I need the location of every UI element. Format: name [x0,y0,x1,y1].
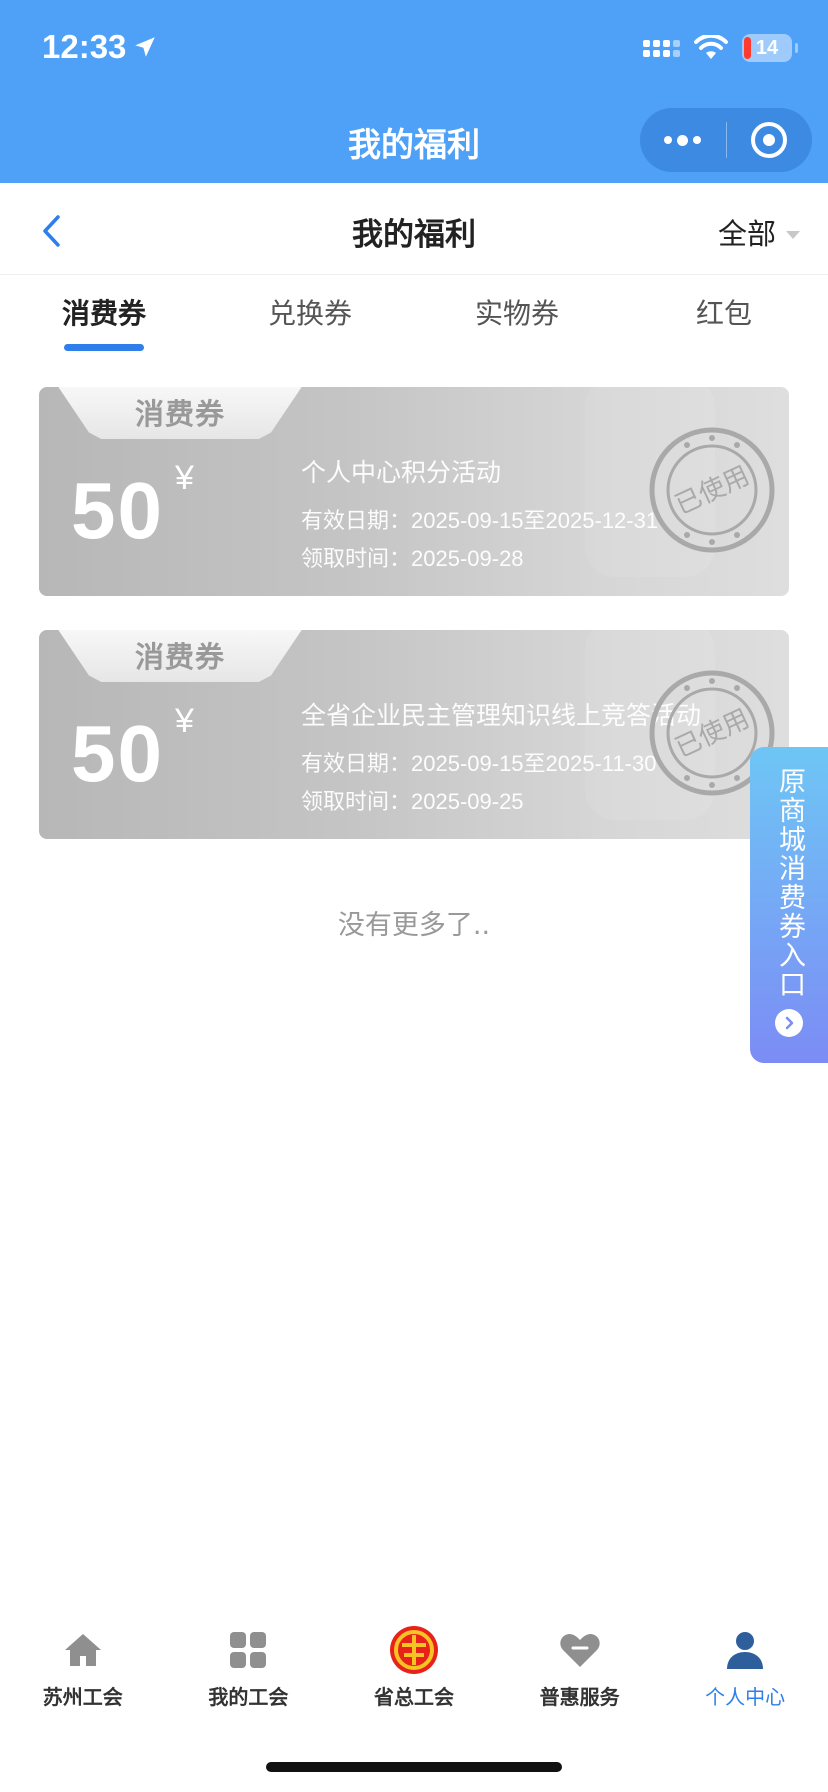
coupon-info: 全省企业民主管理知识线上竞答活动 有效日期：2025-09-15至2025-11… [301,696,701,816]
used-stamp-icon: 已使用 [649,427,775,553]
battery-icon: 14 [742,34,798,62]
filter-label: 全部 [717,217,776,251]
wifi-icon [694,35,728,59]
chevron-right-icon [775,1009,803,1037]
currency-symbol: ¥ [175,459,194,497]
tab-physical-coupon[interactable]: 实物券 [437,292,597,332]
legacy-mall-coupon-entry[interactable]: 原商城消费券入口 [750,747,828,1063]
tabbar-item-benefit-services[interactable]: 普惠服务 [497,1625,663,1725]
home-icon [58,1625,108,1675]
tab-consumption-coupon[interactable]: 消费券 [24,292,184,332]
filter-dropdown[interactable]: 全部 [718,211,800,253]
coupon-name: 全省企业民主管理知识线上竞答活动 [301,701,702,730]
signal-icon [643,39,680,57]
person-icon [720,1625,770,1675]
status-icons: 14 [643,34,798,62]
list-end-text: 没有更多了.. [337,910,491,941]
union-emblem-icon [389,1625,439,1675]
home-indicator[interactable] [266,1762,562,1772]
miniprogram-capsule [640,108,812,172]
svg-text:已使用: 已使用 [671,704,754,764]
bottom-tab-bar: 苏州工会 我的工会 省总工会 普惠服务 个人中心 [0,1625,828,1725]
tabbar-label: 省总工会 [373,1685,454,1709]
coupon-amount: 50 [71,709,164,798]
coupon-type-tag: 消费券 [57,630,303,682]
page-header: 我的福利 全部 [0,183,828,275]
coupon-received-time: 领取时间：2025-09-28 [301,546,524,571]
grid-icon [223,1625,273,1675]
tabbar-item-my-union[interactable]: 我的工会 [166,1625,332,1725]
coupon-type-tag: 消费券 [57,387,303,439]
status-time: 12:33 [42,28,158,66]
coupon-validity: 有效日期：2025-09-15至2025-12-31 [301,508,659,533]
active-tab-indicator [64,344,144,351]
coupon-validity: 有效日期：2025-09-15至2025-11-30 [301,751,657,776]
status-time-text: 12:33 [42,28,127,65]
coupon-received-time: 领取时间：2025-09-25 [301,789,524,814]
svg-text:已使用: 已使用 [671,461,754,521]
tabbar-label: 苏州工会 [42,1685,123,1709]
tabbar-label: 个人中心 [705,1685,786,1709]
more-menu-icon[interactable] [640,108,726,172]
coupon-card[interactable]: 消费券 50 ¥ 全省企业民主管理知识线上竞答活动 有效日期：2025-09-1… [39,630,789,839]
coupon-info: 个人中心积分活动 有效日期：2025-09-15至2025-12-31 领取时间… [301,453,658,573]
tabbar-item-provincial-union[interactable]: 省总工会 [331,1625,497,1725]
tabbar-item-suzhou-union[interactable]: 苏州工会 [0,1625,166,1725]
tab-exchange-coupon[interactable]: 兑换券 [230,292,390,332]
coupon-card[interactable]: 消费券 50 ¥ 个人中心积分活动 有效日期：2025-09-15至2025-1… [39,387,789,596]
heart-icon [555,1625,605,1675]
location-arrow-icon [135,37,156,57]
tabbar-item-personal-center[interactable]: 个人中心 [662,1625,828,1725]
coupon-name: 个人中心积分活动 [301,458,502,487]
top-bar: 12:33 14 我的福利 [0,0,828,183]
side-entry-label: 原商城消费券入口 [774,767,805,999]
tabbar-label: 普惠服务 [539,1685,620,1709]
currency-symbol: ¥ [175,702,194,740]
tabbar-label: 我的工会 [208,1685,289,1709]
chevron-down-icon [786,231,800,239]
coupon-tabs: 消费券 兑换券 实物券 红包 [0,276,828,356]
tab-red-packet[interactable]: 红包 [644,292,804,332]
page-title: 我的福利 [352,217,476,253]
close-miniprogram-icon[interactable] [727,108,813,172]
coupon-amount: 50 [71,466,164,555]
